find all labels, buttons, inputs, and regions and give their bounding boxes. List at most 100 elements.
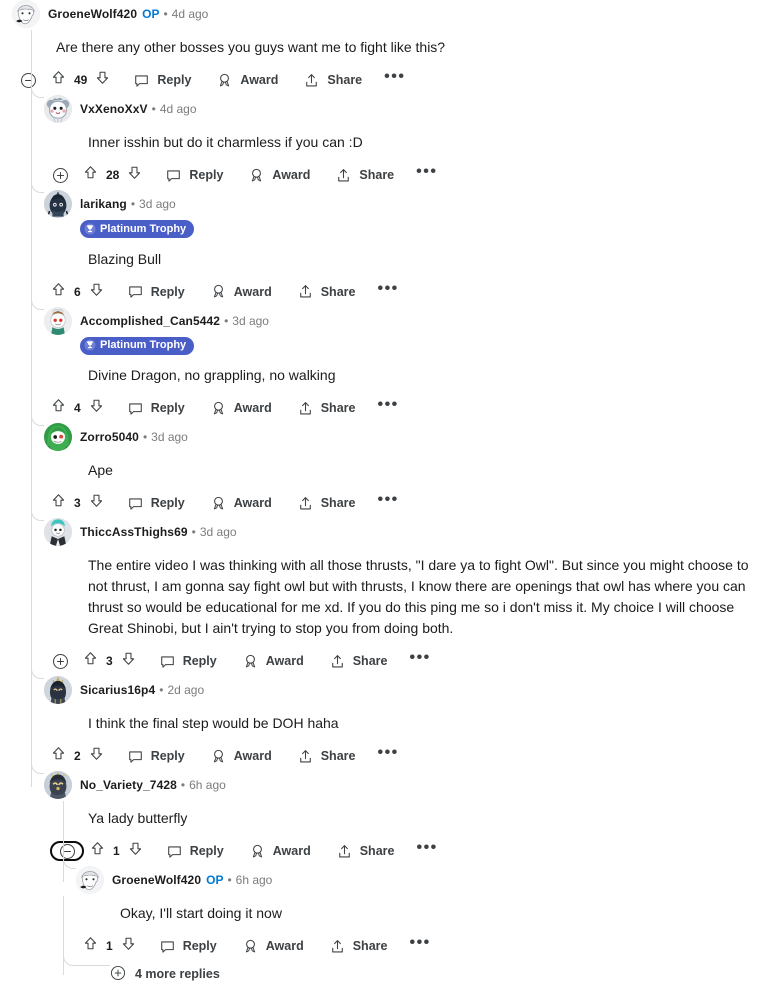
comment-author[interactable]: larikang [80, 197, 127, 211]
reply-button[interactable]: Reply [127, 495, 185, 512]
avatar[interactable] [44, 190, 72, 218]
vote-count: 3 [74, 496, 81, 510]
comment-author[interactable]: GroeneWolf420 [112, 873, 201, 887]
more-replies-label: 4 more replies [135, 967, 220, 981]
reply-button[interactable]: Reply [165, 167, 223, 184]
reply-button[interactable]: Reply [127, 400, 185, 417]
award-button[interactable]: Award [249, 843, 311, 860]
comment-author[interactable]: No_Variety_7428 [80, 778, 177, 792]
meta-separator: • [227, 873, 232, 887]
reply-button[interactable]: Reply [159, 653, 217, 670]
award-button[interactable]: Award [210, 283, 272, 300]
share-button[interactable]: Share [329, 938, 387, 955]
comment-author[interactable]: Accomplished_Can5442 [80, 314, 220, 328]
avatar[interactable] [12, 0, 40, 28]
share-button[interactable]: Share [329, 653, 387, 670]
reply-button[interactable]: Reply [133, 72, 191, 89]
upvote-button[interactable] [82, 650, 99, 672]
meta-separator: • [224, 313, 229, 328]
avatar[interactable] [44, 423, 72, 451]
more-options-button[interactable]: ••• [409, 935, 430, 953]
share-button[interactable]: Share [297, 495, 356, 512]
vote-group: 3 [50, 492, 105, 514]
award-button[interactable]: Award [242, 938, 304, 955]
downvote-button[interactable] [127, 840, 144, 862]
comment: VxXenoXxV • 4d ago Inner isshin but do it c… [0, 79, 768, 190]
award-button[interactable]: Award [248, 167, 310, 184]
upvote-button[interactable] [50, 69, 67, 91]
meta-separator: • [142, 430, 148, 444]
comment-header: GroeneWolf420 OP • 4d ago [12, 0, 768, 28]
upvote-button[interactable] [50, 281, 67, 303]
avatar[interactable] [44, 306, 72, 335]
more-options-button[interactable]: ••• [416, 164, 437, 182]
upvote-button[interactable] [89, 840, 106, 862]
comment-author[interactable]: ThiccAssThighs69 [80, 525, 188, 539]
avatar[interactable] [44, 771, 72, 799]
comment-author[interactable]: Zorro5040 [80, 430, 139, 444]
avatar[interactable] [44, 518, 72, 546]
avatar[interactable] [44, 95, 72, 123]
reply-button[interactable]: Reply [166, 843, 224, 860]
award-button[interactable]: Award [242, 653, 304, 670]
share-button[interactable]: Share [335, 167, 394, 184]
award-button[interactable]: Award [210, 495, 272, 512]
more-options-button[interactable]: ••• [377, 280, 398, 299]
award-button[interactable]: Award [210, 748, 272, 765]
share-button[interactable]: Share [297, 283, 355, 300]
comment-header: VxXenoXxV • 4d ago [44, 95, 768, 123]
comment-author[interactable]: Sicarius16p4 [80, 683, 155, 697]
avatar[interactable] [44, 676, 72, 704]
more-options-button[interactable]: ••• [384, 69, 405, 87]
upvote-button[interactable] [50, 745, 67, 767]
more-replies-button[interactable]: 4 more replies [110, 961, 768, 987]
award-button[interactable]: Award [210, 400, 272, 417]
award-button[interactable]: Award [216, 72, 278, 89]
comment-author[interactable]: GroeneWolf420 [48, 7, 137, 21]
upvote-button[interactable] [50, 492, 67, 514]
collapse-thread-button[interactable] [50, 841, 84, 861]
downvote-button[interactable] [88, 745, 105, 767]
downvote-button[interactable] [88, 281, 105, 303]
comment: Zorro5040 • 3d ago Ape 3 Reply Award Share ••• [0, 407, 768, 518]
vote-count: 49 [74, 73, 88, 87]
downvote-button[interactable] [94, 69, 111, 91]
more-options-button[interactable]: ••• [377, 745, 398, 763]
share-button[interactable]: Share [297, 748, 355, 765]
upvote-button[interactable] [50, 397, 67, 419]
reply-label: Reply [150, 749, 185, 763]
share-button[interactable]: Share [297, 400, 355, 417]
award-label: Award [265, 654, 304, 668]
share-button[interactable]: Share [336, 843, 394, 860]
collapse-thread-button[interactable] [18, 70, 38, 90]
reply-button[interactable]: Reply [127, 748, 185, 765]
comment-body: Ape [88, 462, 113, 478]
more-options-button[interactable]: ••• [377, 492, 398, 510]
more-options-button[interactable]: ••• [409, 650, 430, 668]
comment-author[interactable]: VxXenoXxV [80, 102, 148, 116]
upvote-button[interactable] [82, 935, 99, 957]
downvote-button[interactable] [120, 650, 137, 672]
share-label: Share [320, 496, 356, 510]
user-flair-badge[interactable]: Platinum Trophy [80, 220, 195, 238]
downvote-button[interactable] [120, 935, 137, 957]
share-button[interactable]: Share [303, 72, 362, 89]
comment-timestamp: 6h ago [189, 778, 226, 792]
avatar[interactable] [76, 866, 104, 894]
user-flair-badge[interactable]: Platinum Trophy [80, 336, 195, 355]
more-options-button[interactable]: ••• [377, 397, 398, 415]
reply-button[interactable]: Reply [159, 938, 217, 955]
reply-button[interactable]: Reply [127, 283, 185, 300]
downvote-button[interactable] [126, 164, 143, 186]
expand-thread-button[interactable] [50, 165, 70, 185]
upvote-button[interactable] [82, 164, 99, 186]
downvote-button[interactable] [88, 397, 105, 419]
meta-separator: • [151, 102, 156, 116]
comment-timestamp: 3d ago [199, 525, 237, 539]
award-label: Award [233, 496, 272, 510]
vote-count: 3 [106, 654, 113, 668]
downvote-button[interactable] [88, 492, 105, 514]
more-options-button[interactable]: ••• [416, 840, 437, 858]
comment-header: Accomplished_Can5442 • 3d ago [44, 306, 768, 335]
expand-thread-button[interactable] [50, 651, 70, 671]
